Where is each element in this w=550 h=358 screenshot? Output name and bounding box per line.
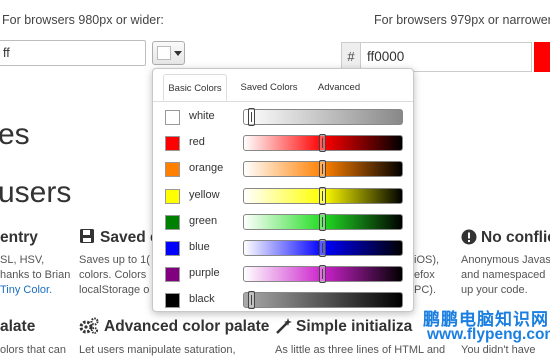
shade-slider-orange[interactable] (243, 160, 403, 179)
section-heading-users: users (0, 176, 72, 209)
color-swatch-blue[interactable] (165, 241, 180, 256)
section-heading-partial: es (0, 118, 30, 151)
color-name-black: black (189, 293, 215, 306)
cogs-icon (79, 317, 99, 335)
color-name-green: green (189, 214, 218, 227)
color-row-black[interactable]: black (153, 288, 413, 314)
slider-handle[interactable] (319, 239, 326, 257)
color-swatch-orange[interactable] (165, 162, 180, 178)
color-name-white: white (189, 110, 215, 122)
color-text-input-wide[interactable]: ff (0, 40, 146, 66)
color-name-purple: purple (189, 267, 220, 280)
feature-title-saved: Saved c (100, 229, 159, 246)
feature-text-simple-init: As little as three lines of HTML and (275, 344, 446, 356)
color-preview-button[interactable] (534, 42, 550, 72)
feature-text-no-conflict-more: You didn't have (461, 344, 536, 356)
color-name-yellow: yellow (189, 188, 220, 201)
color-swatch-red[interactable] (165, 136, 180, 152)
caret-down-icon (174, 51, 182, 56)
color-swatch-green[interactable] (165, 214, 180, 230)
floppy-disk-icon (79, 228, 95, 244)
magic-wand-icon (275, 317, 293, 335)
feature-text-saved: Saves up to 1( colors. Colors localStora… (79, 254, 150, 296)
tab-advanced[interactable]: Advanced (311, 74, 367, 101)
feature-title-advanced-palate: Advanced color palate (104, 318, 270, 335)
color-name-blue: blue (189, 241, 210, 253)
color-name-red: red (189, 136, 205, 149)
left-caption: For browsers 980px or wider: (2, 13, 164, 27)
color-name-orange: orange (189, 162, 224, 175)
shade-slider-white[interactable] (243, 108, 403, 126)
shade-slider-blue[interactable] (243, 239, 403, 257)
slider-handle[interactable] (319, 186, 326, 205)
color-input-value-narrow: ff0000 (367, 49, 405, 64)
color-row-blue[interactable]: blue (153, 236, 413, 262)
feature-text-palate-partial: olors that can (0, 344, 67, 356)
color-picker-popover: Basic Colors Saved Colors Advanced white… (152, 68, 414, 312)
shade-slider-purple[interactable] (243, 265, 403, 284)
right-caption: For browsers 979px or narrower: (374, 13, 550, 27)
shade-slider-red[interactable] (243, 134, 403, 153)
color-row-red[interactable]: red (153, 131, 413, 157)
color-swatch-white[interactable] (165, 110, 180, 125)
slider-handle[interactable] (319, 265, 326, 284)
feature-title-no-conflict: No conflic (481, 229, 550, 246)
color-row-green[interactable]: green (153, 210, 413, 236)
slider-handle[interactable] (247, 291, 255, 310)
popover-tabs: Basic Colors Saved Colors Advanced (153, 69, 413, 102)
color-row-yellow[interactable]: yellow (153, 184, 413, 210)
color-row-orange[interactable]: orange (153, 157, 413, 183)
color-swatch-purple[interactable] (165, 267, 180, 283)
color-swatch-yellow[interactable] (165, 188, 180, 204)
tiny-color-link[interactable]: Tiny Color. (0, 283, 70, 298)
tab-saved-colors[interactable]: Saved Colors (235, 74, 303, 101)
color-input-value: ff (3, 46, 10, 60)
shade-slider-yellow[interactable] (243, 186, 403, 205)
slider-handle[interactable] (247, 108, 255, 126)
shade-slider-black[interactable] (243, 291, 403, 310)
feature-text-browsers: iOS), efox PC). (414, 254, 440, 296)
selected-color-chip (157, 46, 171, 60)
feature-text-advanced-palate: Let users manipulate saturation, (79, 344, 236, 356)
feature-title-entry: entry (0, 229, 38, 246)
watermark-url: www.flypeng.com (427, 326, 550, 343)
color-swatch-black[interactable] (165, 293, 180, 309)
feature-title-palate-partial: alate (0, 318, 36, 335)
feature-text-entry: SL, HSV, hanks to Brian Tiny Color. (0, 254, 71, 298)
slider-handle[interactable] (319, 212, 326, 231)
exclamation-circle-icon (461, 229, 477, 245)
feature-title-simple-init: Simple initializa (296, 318, 413, 335)
slider-handle[interactable] (319, 134, 326, 153)
color-row-purple[interactable]: purple (153, 262, 413, 288)
slider-handle[interactable] (319, 160, 326, 179)
tab-basic-colors[interactable]: Basic Colors (163, 74, 227, 101)
feature-text-no-conflict: Anonymous Javas and namespaced up your c… (461, 254, 550, 296)
shade-slider-green[interactable] (243, 212, 403, 231)
color-row-white[interactable]: white (153, 105, 413, 131)
color-picker-toggle-button[interactable] (152, 41, 185, 65)
